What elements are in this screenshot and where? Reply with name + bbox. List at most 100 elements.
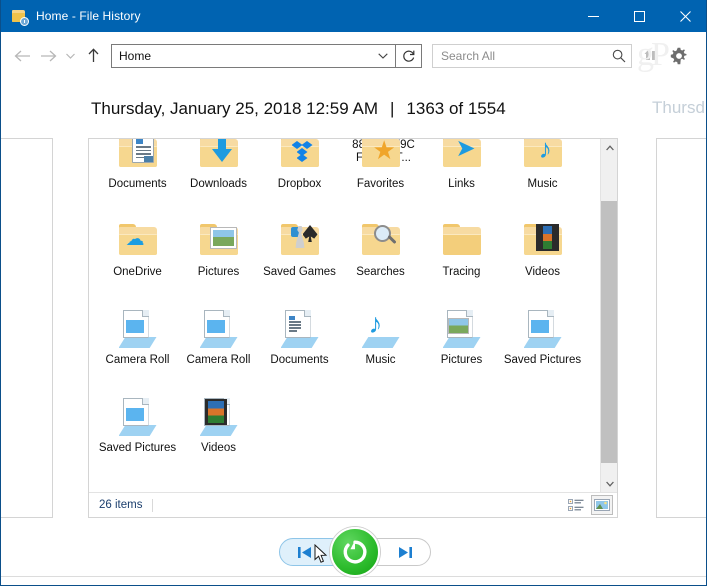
file-item[interactable]: Documents bbox=[259, 301, 340, 389]
file-item[interactable]: Downloads bbox=[178, 139, 259, 213]
file-item[interactable]: ♪ Music bbox=[340, 301, 421, 389]
cloud-emblem-icon: ☁ bbox=[125, 229, 145, 250]
file-item-label: Videos bbox=[201, 442, 236, 454]
shortcut-arrow-emblem-icon: ➤ bbox=[455, 139, 476, 162]
scroll-up-arrow-icon[interactable] bbox=[601, 139, 617, 156]
navigation-toolbar: Home Search All bbox=[1, 32, 706, 79]
file-item[interactable]: Videos bbox=[178, 389, 259, 477]
file-item-label: Documents bbox=[108, 178, 167, 190]
window-title: Home - File History bbox=[36, 9, 141, 23]
library-shape: ♪ bbox=[360, 310, 402, 348]
header-separator: | bbox=[389, 99, 395, 118]
library-documents-icon bbox=[276, 307, 324, 351]
file-item-label: Favorites bbox=[356, 178, 405, 190]
library-shape bbox=[279, 310, 321, 348]
scroll-down-arrow-icon[interactable] bbox=[601, 475, 617, 492]
file-item[interactable]: ➤ Links bbox=[421, 139, 502, 213]
games-emblem-icon bbox=[290, 223, 318, 251]
folder-favorites-icon: ★ bbox=[357, 139, 405, 175]
photo-emblem-icon bbox=[209, 227, 237, 249]
file-item-label: Documents bbox=[270, 354, 329, 366]
previous-version-panel[interactable] bbox=[1, 138, 53, 518]
view-buttons bbox=[565, 495, 613, 515]
library-videos-icon bbox=[195, 395, 243, 439]
file-item-label: Dropbox bbox=[277, 178, 322, 190]
file-item-label: Music bbox=[527, 178, 558, 190]
status-divider bbox=[152, 498, 154, 512]
file-item-label: Camera Roll bbox=[186, 354, 251, 366]
up-arrow-icon[interactable] bbox=[80, 42, 106, 70]
next-version-panel[interactable] bbox=[656, 138, 706, 518]
refresh-button[interactable] bbox=[396, 43, 422, 68]
next-version-ghost-label: Thursd bbox=[652, 98, 705, 117]
library-shape bbox=[198, 310, 240, 348]
file-item[interactable]: Pictures bbox=[421, 301, 502, 389]
file-item[interactable]: Documents bbox=[97, 139, 178, 213]
file-item[interactable]: ☁ OneDrive bbox=[97, 213, 178, 301]
film-emblem-icon bbox=[535, 224, 559, 251]
folder-links-icon: ➤ bbox=[438, 139, 486, 175]
file-item[interactable]: Tracing bbox=[421, 213, 502, 301]
window-controls bbox=[570, 0, 706, 32]
folder-music-icon: ♪ bbox=[519, 139, 567, 175]
chevron-down-icon[interactable] bbox=[375, 52, 391, 59]
file-item[interactable]: Searches bbox=[340, 213, 421, 301]
library-pictures-icon bbox=[438, 307, 486, 351]
file-item[interactable]: Videos bbox=[502, 213, 583, 301]
folder-saved-games-icon bbox=[276, 219, 324, 263]
file-item[interactable]: Saved Games bbox=[259, 213, 340, 301]
vertical-scrollbar[interactable] bbox=[600, 139, 617, 492]
library-shape bbox=[117, 310, 159, 348]
library-shape bbox=[117, 398, 159, 436]
library-camera-roll-icon bbox=[195, 307, 243, 351]
document-emblem-icon bbox=[131, 139, 154, 163]
library-shape bbox=[522, 310, 564, 348]
file-history-window: Home - File History Home Search All gP T… bbox=[0, 0, 707, 586]
address-bar[interactable]: Home bbox=[111, 43, 422, 68]
file-item[interactable]: Dropbox bbox=[259, 139, 340, 213]
forward-arrow-icon[interactable] bbox=[35, 42, 61, 70]
scrollbar-thumb[interactable] bbox=[601, 201, 617, 463]
folder-pictures-icon bbox=[195, 219, 243, 263]
search-input[interactable]: Search All bbox=[432, 43, 632, 68]
file-item[interactable]: Camera Roll bbox=[178, 301, 259, 389]
star-emblem-icon: ★ bbox=[372, 139, 396, 165]
details-view-icon[interactable] bbox=[565, 495, 587, 515]
file-item-label: Links bbox=[448, 178, 475, 190]
minimize-button[interactable] bbox=[570, 0, 616, 32]
folder-videos-icon bbox=[519, 219, 567, 263]
file-item[interactable]: Camera Roll bbox=[97, 301, 178, 389]
version-date: Thursday, January 25, 2018 12:59 AM bbox=[91, 99, 378, 118]
items-grid: Documents Downloads Dropbox ★ Favorites ➤ Link… bbox=[89, 139, 584, 477]
file-item[interactable]: Saved Pictures bbox=[502, 301, 583, 389]
file-item[interactable]: Pictures bbox=[178, 213, 259, 301]
restore-button[interactable] bbox=[329, 527, 380, 577]
file-list-pane: 8866FCF9C FC24C.T... DocumentsDownloadsD… bbox=[88, 138, 618, 518]
library-saved-pictures-icon bbox=[114, 395, 162, 439]
file-item[interactable]: Saved Pictures bbox=[97, 389, 178, 477]
large-icons-view-icon[interactable] bbox=[591, 495, 613, 515]
search-icon[interactable] bbox=[612, 49, 626, 63]
address-input[interactable]: Home bbox=[111, 43, 396, 68]
dropbox-emblem-icon bbox=[291, 139, 316, 163]
file-item-label: Searches bbox=[356, 266, 405, 278]
maximize-button[interactable] bbox=[616, 0, 662, 32]
file-item-label: Tracing bbox=[442, 266, 481, 278]
toolbar-icons bbox=[642, 47, 688, 65]
status-bar: 26 items bbox=[89, 492, 617, 517]
file-item-label: Music bbox=[365, 354, 396, 366]
library-camera-roll-icon bbox=[114, 307, 162, 351]
folder-dropbox-icon bbox=[276, 139, 324, 175]
file-item[interactable]: ♪ Music bbox=[502, 139, 583, 213]
back-arrow-icon[interactable] bbox=[9, 42, 35, 70]
control-group bbox=[278, 527, 431, 577]
library-saved-pictures-icon bbox=[519, 307, 567, 351]
file-item[interactable]: ★ Favorites bbox=[340, 139, 421, 213]
folder-onedrive-icon: ☁ bbox=[114, 219, 162, 263]
recent-locations-chevron-icon[interactable] bbox=[61, 42, 80, 70]
title-bar: Home - File History bbox=[1, 0, 706, 32]
gear-icon[interactable] bbox=[670, 47, 688, 65]
restore-to-original-location-icon[interactable] bbox=[642, 47, 660, 65]
window-bottom-edge bbox=[1, 576, 706, 585]
close-button[interactable] bbox=[662, 0, 706, 32]
